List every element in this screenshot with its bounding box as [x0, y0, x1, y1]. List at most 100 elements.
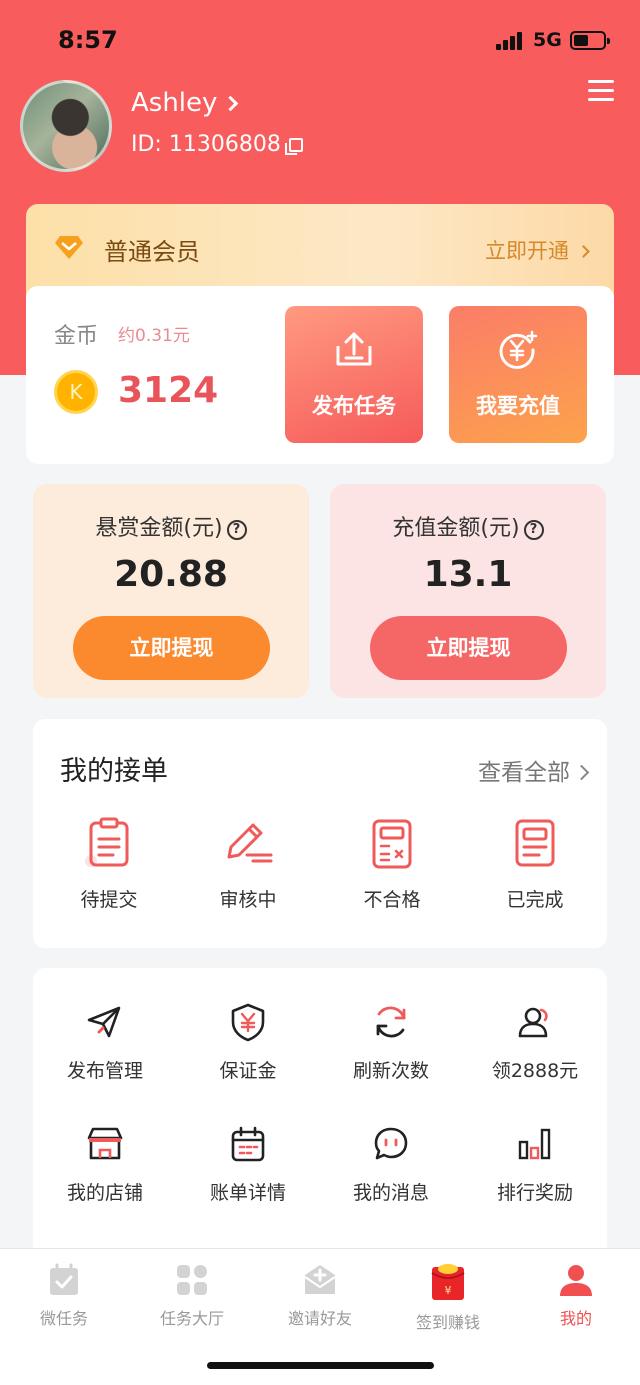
recharge-amount-card: 充值金额(元)? 13.1 立即提现 — [330, 484, 606, 698]
recharge-button[interactable]: 我要充值 — [449, 306, 587, 443]
tool-bill-details-label: 账单详情 — [209, 1182, 286, 1204]
tab-invite-friends-label: 邀请好友 — [287, 1309, 352, 1328]
recharge-withdraw-button[interactable]: 立即提现 — [370, 616, 567, 680]
view-all-link[interactable]: 查看全部 — [478, 753, 590, 787]
home-indicator — [207, 1362, 434, 1369]
my-orders-card: 我的接单 查看全部 待提交 审核中 不合格 已完成 — [33, 719, 607, 948]
reward-amount-card: 悬赏金额(元)? 20.88 立即提现 — [33, 484, 309, 698]
order-under-review[interactable]: 审核中 — [193, 817, 303, 912]
tool-my-messages-label: 我的消息 — [352, 1182, 429, 1204]
invite-icon — [304, 1265, 336, 1294]
chevron-right-icon — [223, 95, 239, 112]
status-bar: 8:57 5G — [0, 22, 640, 62]
profile-icon — [560, 1265, 592, 1296]
recharge-amount-value: 13.1 — [423, 554, 513, 595]
tool-my-store[interactable]: 我的店铺 — [35, 1124, 175, 1205]
copy-icon[interactable] — [284, 138, 303, 155]
paper-plane-icon — [87, 1006, 121, 1038]
battery-icon — [570, 31, 610, 50]
tool-claim-bonus[interactable]: 领2888元 — [465, 1002, 605, 1083]
tab-micro-tasks-label: 微任务 — [39, 1309, 88, 1328]
upload-icon — [336, 332, 372, 366]
tab-task-hall[interactable]: 任务大厅 — [128, 1263, 256, 1329]
tab-task-hall-label: 任务大厅 — [159, 1309, 224, 1328]
order-completed-label: 已完成 — [506, 889, 564, 911]
tool-publish-management-label: 发布管理 — [66, 1060, 143, 1082]
username[interactable]: Ashley — [131, 88, 239, 118]
grid-icon — [177, 1265, 207, 1295]
tool-ranking-rewards[interactable]: 排行奖励 — [465, 1124, 605, 1205]
reward-amount-value: 20.88 — [114, 554, 228, 595]
tab-checkin-earn[interactable]: ¥ 签到赚钱 — [384, 1263, 512, 1333]
order-pending-submit[interactable]: 待提交 — [54, 817, 164, 912]
tool-claim-bonus-label: 领2888元 — [491, 1060, 579, 1082]
clipboard-icon — [85, 817, 129, 867]
tab-micro-tasks[interactable]: 微任务 — [0, 1263, 128, 1329]
avatar[interactable] — [20, 80, 112, 172]
publish-task-label: 发布任务 — [312, 394, 396, 418]
view-all-text: 查看全部 — [478, 760, 570, 786]
help-icon[interactable]: ? — [226, 520, 247, 540]
calculator-icon — [372, 819, 412, 869]
coin-approx-value: 约0.31元 — [118, 326, 190, 346]
user-icon — [518, 1007, 548, 1038]
pencil-icon — [227, 823, 273, 863]
calendar-icon — [231, 1126, 265, 1162]
tools-card: 发布管理 保证金 刷新次数 领2888元 我的店铺 账单详情 我的消息 排行奖励 — [33, 968, 607, 1268]
recharge-label: 我要充值 — [476, 394, 560, 418]
member-open-text: 立即开通 — [485, 239, 569, 263]
tab-checkin-earn-label: 签到赚钱 — [415, 1313, 480, 1332]
tool-my-messages[interactable]: 我的消息 — [321, 1124, 461, 1205]
svg-text:¥: ¥ — [445, 1284, 452, 1297]
document-icon — [515, 819, 555, 867]
network-type: 5G — [533, 29, 562, 51]
tool-deposit[interactable]: 保证金 — [178, 1002, 318, 1083]
reward-amount-title: 悬赏金额(元)? — [33, 510, 309, 542]
menu-icon[interactable] — [588, 80, 614, 102]
publish-task-button[interactable]: 发布任务 — [285, 306, 423, 443]
member-open-link[interactable]: 立即开通 — [485, 235, 590, 265]
chat-icon — [374, 1127, 408, 1160]
tool-refresh-count[interactable]: 刷新次数 — [321, 1002, 461, 1083]
coin-value: 3124 — [118, 370, 219, 411]
my-orders-title: 我的接单 — [60, 756, 168, 787]
red-envelope-icon: ¥ — [431, 1264, 465, 1300]
tool-publish-management[interactable]: 发布管理 — [35, 1002, 175, 1083]
order-rejected[interactable]: 不合格 — [337, 817, 447, 912]
order-pending-submit-label: 待提交 — [80, 889, 138, 911]
order-completed[interactable]: 已完成 — [480, 817, 590, 912]
tool-refresh-count-label: 刷新次数 — [352, 1060, 429, 1082]
recharge-amount-title-text: 充值金额(元) — [392, 516, 520, 541]
tab-invite-friends[interactable]: 邀请好友 — [256, 1263, 384, 1329]
bar-chart-icon — [518, 1128, 551, 1160]
coin-label: 金币 — [54, 324, 99, 349]
tab-mine[interactable]: 我的 — [512, 1263, 640, 1329]
help-icon[interactable]: ? — [523, 520, 544, 540]
tool-deposit-label: 保证金 — [219, 1060, 277, 1082]
order-rejected-label: 不合格 — [363, 889, 421, 911]
refresh-icon — [376, 1006, 406, 1038]
order-under-review-label: 审核中 — [219, 889, 277, 911]
tool-bill-details[interactable]: 账单详情 — [178, 1124, 318, 1205]
shield-yen-icon — [231, 1003, 265, 1042]
user-id-text: ID: 11306808 — [131, 132, 281, 157]
reward-withdraw-button[interactable]: 立即提现 — [73, 616, 270, 680]
tab-mine-label: 我的 — [559, 1309, 592, 1328]
chevron-right-icon — [573, 764, 590, 781]
username-text: Ashley — [131, 88, 218, 118]
coin-card: 金币 约0.31元 K 3124 发布任务 我要充值 — [26, 286, 614, 464]
diamond-icon — [55, 236, 83, 259]
member-title: 普通会员 — [104, 238, 200, 266]
coin-icon: K — [54, 370, 98, 414]
tool-my-store-label: 我的店铺 — [66, 1182, 143, 1204]
signal-icon — [496, 32, 524, 50]
store-icon — [87, 1127, 123, 1160]
yen-coin-icon — [499, 330, 538, 369]
status-time: 8:57 — [58, 26, 118, 54]
task-icon — [50, 1263, 78, 1295]
tool-ranking-rewards-label: 排行奖励 — [496, 1182, 573, 1204]
reward-amount-title-text: 悬赏金额(元) — [95, 516, 223, 541]
user-id: ID: 11306808 — [131, 132, 303, 157]
recharge-amount-title: 充值金额(元)? — [330, 510, 606, 542]
chevron-right-icon — [577, 245, 590, 258]
